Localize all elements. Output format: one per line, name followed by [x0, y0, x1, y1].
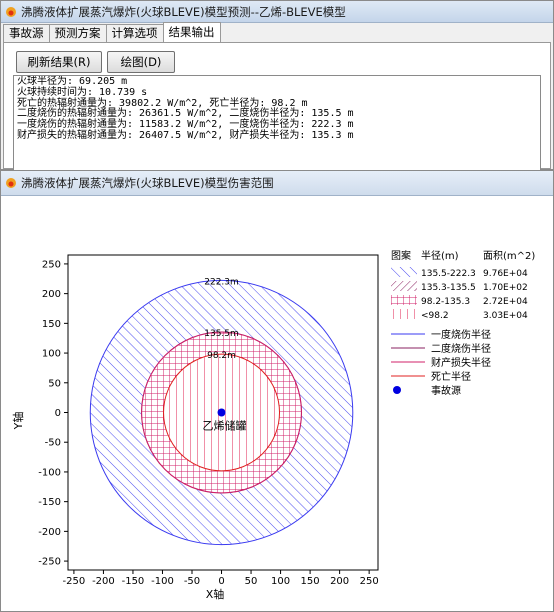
damage-range-window: 沸腾液体扩展蒸汽爆炸(火球BLEVE)模型伤害范围 222.3m 135.5m 98… — [0, 170, 554, 612]
legend-range: 98.2-135.3 — [421, 297, 470, 307]
results-textarea[interactable]: 火球半径为: 69.205 m 火球持续时间为: 10.739 s 死亡的热辐射… — [13, 75, 541, 171]
tab-result-output[interactable]: 结果输出 — [162, 22, 221, 42]
source-label: 乙烯储罐 — [203, 419, 247, 433]
y-tick-label: 200 — [42, 289, 61, 300]
prediction-window: 沸腾液体扩展蒸汽爆炸(火球BLEVE)模型预测--乙烯-BLEVE模型 事故源 … — [0, 0, 554, 171]
tab-calc-options[interactable]: 计算选项 — [105, 24, 164, 42]
x-tick-label: 150 — [301, 576, 320, 587]
legend-line-label: 财产损失半径 — [431, 356, 491, 369]
x-axis-label: X轴 — [206, 587, 225, 601]
y-tick-label: -200 — [38, 527, 61, 538]
legend-area: 3.03E+04 — [483, 311, 528, 321]
plot-window-title: 沸腾液体扩展蒸汽爆炸(火球BLEVE)模型伤害范围 — [21, 176, 274, 190]
radius-label: 135.5m — [204, 329, 239, 339]
legend-header: 半径(m) — [421, 249, 459, 262]
x-tick-label: 250 — [360, 576, 379, 587]
tab-strip: 事故源 预测方案 计算选项 结果输出 — [3, 22, 221, 42]
tab-accident-source[interactable]: 事故源 — [3, 24, 50, 42]
x-tick-label: -50 — [184, 576, 200, 587]
legend-range: 135.3-135.5 — [421, 283, 476, 293]
legend-area: 2.72E+04 — [483, 297, 528, 307]
y-axis-label: Y轴 — [11, 412, 25, 431]
x-tick-label: 200 — [330, 576, 349, 587]
legend-header: 面积(m^2) — [483, 250, 535, 262]
window-title: 沸腾液体扩展蒸汽爆炸(火球BLEVE)模型预测--乙烯-BLEVE模型 — [21, 4, 346, 19]
x-tick-label: 100 — [271, 576, 290, 587]
plot-button[interactable]: 绘图(D) — [107, 51, 175, 73]
y-tick-label: -150 — [38, 497, 61, 508]
legend-range: <98.2 — [421, 311, 449, 321]
legend-swatch — [391, 295, 417, 305]
y-tick-label: -50 — [45, 438, 61, 449]
y-tick-label: -250 — [38, 557, 61, 568]
y-tick-label: 150 — [42, 319, 61, 330]
refresh-results-button[interactable]: 刷新结果(R) — [16, 51, 102, 73]
legend-marker-label: 事故源 — [431, 384, 461, 397]
x-tick-label: 0 — [218, 576, 224, 587]
plot-title-bar[interactable]: 沸腾液体扩展蒸汽爆炸(火球BLEVE)模型伤害范围 — [1, 171, 553, 196]
flame-app-icon — [6, 6, 16, 17]
title-bar[interactable]: 沸腾液体扩展蒸汽爆炸(火球BLEVE)模型预测--乙烯-BLEVE模型 — [1, 1, 553, 23]
y-tick-label: 250 — [42, 259, 61, 270]
legend-line-label: 死亡半径 — [431, 370, 471, 383]
radius-label: 98.2m — [207, 351, 236, 361]
y-tick-label: 50 — [48, 378, 61, 389]
legend-swatch — [391, 267, 417, 277]
legend-range: 135.5-222.3 — [421, 269, 476, 279]
legend-area: 1.70E+02 — [483, 283, 528, 293]
result-line: 火球持续时间为: 10.739 s — [17, 86, 148, 98]
result-line: 财产损失的热辐射通量为: 26407.5 W/m^2, 财产损失半径为: 135… — [17, 129, 354, 141]
result-panel: 刷新结果(R) 绘图(D) 火球半径为: 69.205 m 火球持续时间为: 1… — [3, 42, 551, 171]
legend-header: 图案 — [391, 249, 411, 262]
y-tick-label: -100 — [38, 467, 61, 478]
x-tick-label: -250 — [63, 576, 86, 587]
accident-source-marker — [217, 408, 226, 417]
flame-app-icon — [6, 178, 16, 188]
legend-line-label: 一度烧伤半径 — [431, 328, 491, 341]
x-tick-label: -100 — [151, 576, 174, 587]
legend-swatch — [391, 309, 417, 319]
y-tick-label: 0 — [55, 408, 61, 419]
radius-label: 222.3m — [204, 277, 239, 287]
y-tick-label: 100 — [42, 349, 61, 360]
legend-area: 9.76E+04 — [483, 269, 528, 279]
x-tick-label: -150 — [122, 576, 145, 587]
legend-swatch — [391, 281, 417, 291]
damage-range-chart: 222.3m 135.5m 98.2m 乙烯储罐 -250-250 -200 -200 -15… — [11, 249, 535, 601]
x-tick-label: -200 — [92, 576, 115, 587]
legend-marker — [393, 386, 401, 394]
legend-line-label: 二度烧伤半径 — [431, 342, 491, 355]
x-tick-label: 50 — [245, 576, 258, 587]
tab-prediction-plan[interactable]: 预测方案 — [48, 24, 107, 42]
